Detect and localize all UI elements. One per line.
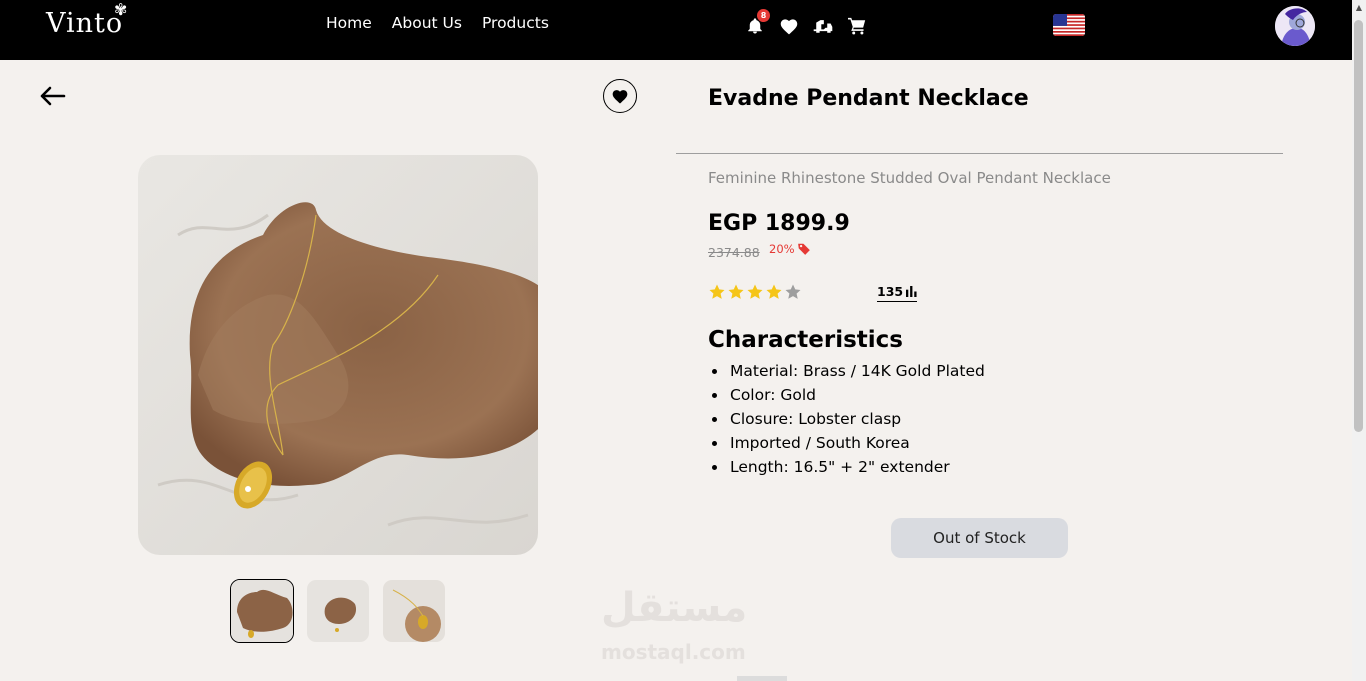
review-count-label: 135: [877, 284, 904, 299]
nav-link-products[interactable]: Products: [482, 14, 549, 32]
star-empty-icon: [785, 284, 801, 299]
arrow-left-icon: [40, 86, 66, 106]
bell-icon[interactable]: 8: [744, 9, 770, 37]
star-filled-icon: [747, 284, 763, 299]
review-count[interactable]: 135: [877, 284, 918, 302]
out-of-stock-button[interactable]: Out of Stock: [891, 518, 1068, 558]
cart-icon[interactable]: [846, 15, 868, 37]
thumbnail-2[interactable]: [306, 579, 370, 643]
tag-icon: [797, 243, 810, 255]
product-price: EGP 1899.9: [708, 211, 850, 236]
star-filled-icon: [709, 284, 725, 299]
back-button[interactable]: [38, 84, 68, 108]
nav-links: Home About Us Products: [326, 14, 549, 32]
heart-icon[interactable]: [778, 15, 800, 37]
watermark-arabic: مستقل: [601, 585, 748, 631]
watermark-latin: mostaql.com: [601, 640, 746, 664]
discount-badge: 20%: [769, 242, 811, 256]
star-filled-icon: [728, 284, 744, 299]
favorite-button[interactable]: [603, 79, 637, 113]
nav-link-about-us[interactable]: About Us: [392, 14, 462, 32]
notification-badge: 8: [757, 9, 770, 22]
list-item: Length: 16.5" + 2" extender: [728, 455, 985, 479]
star-filled-icon: [766, 284, 782, 299]
bar-chart-icon: [906, 286, 917, 297]
heart-icon: [612, 89, 628, 103]
product-title: Evadne Pendant Necklace: [708, 86, 1029, 111]
scrollbar-thumb[interactable]: [1354, 20, 1363, 432]
thumbnail-3[interactable]: [382, 579, 446, 643]
old-price: 2374.88: [708, 245, 760, 260]
product-main-image: [138, 155, 538, 555]
list-item: Material: Brass / 14K Gold Plated: [728, 359, 985, 383]
rating-stars: [708, 283, 802, 301]
delivery-icon[interactable]: [812, 15, 834, 37]
thumbnail-1[interactable]: [230, 579, 294, 643]
characteristics-list: Material: Brass / 14K Gold Plated Color:…: [728, 359, 985, 479]
list-item: Closure: Lobster clasp: [728, 407, 985, 431]
product-subtitle: Feminine Rhinestone Studded Oval Pendant…: [708, 169, 1111, 187]
nav-link-home[interactable]: Home: [326, 14, 372, 32]
list-item: Imported / South Korea: [728, 431, 985, 455]
bottom-bar: [737, 676, 787, 681]
thumbnail-list: [230, 579, 446, 643]
discount-label: 20%: [769, 242, 795, 256]
flower-icon: ✾: [114, 0, 128, 19]
us-flag-icon[interactable]: [1053, 14, 1085, 36]
nav-icons: 8: [744, 9, 868, 38]
avatar[interactable]: [1275, 6, 1315, 46]
characteristics-title: Characteristics: [708, 327, 903, 353]
divider: [676, 153, 1283, 154]
logo[interactable]: Vinto: [46, 8, 123, 39]
list-item: Color: Gold: [728, 383, 985, 407]
scroll-up-icon[interactable]: ▲: [1354, 3, 1364, 13]
navbar: Vinto ✾ Home About Us Products 8: [0, 0, 1352, 60]
